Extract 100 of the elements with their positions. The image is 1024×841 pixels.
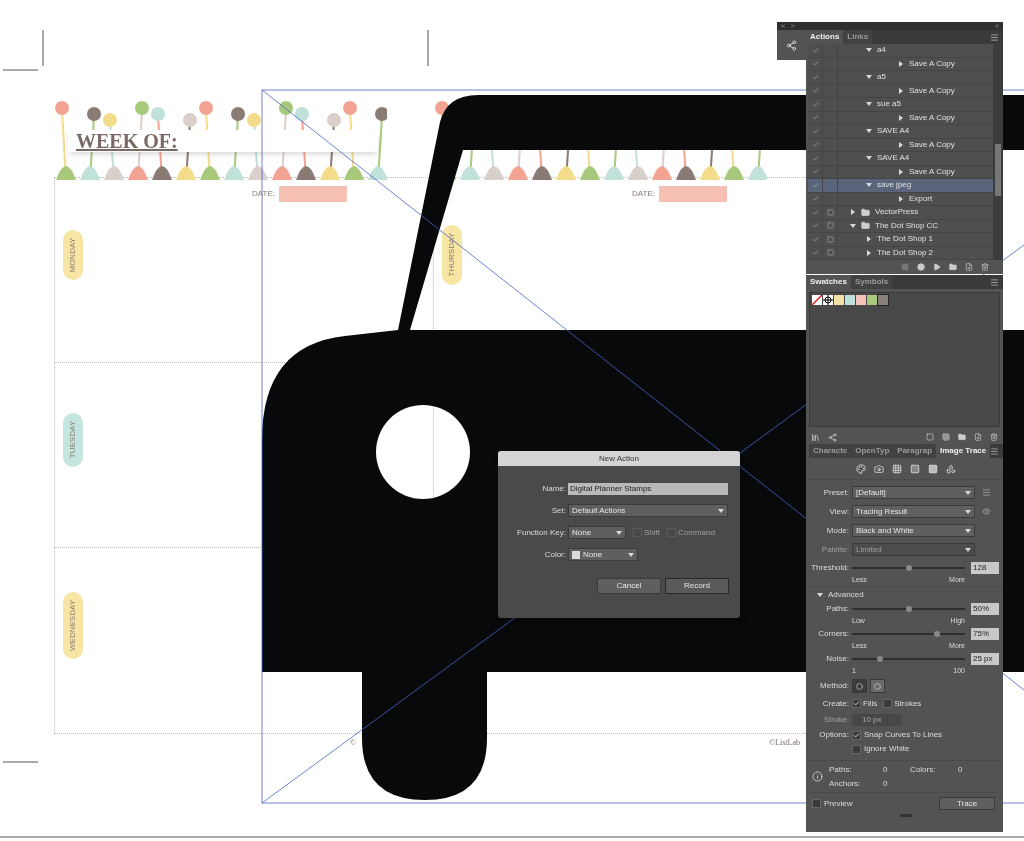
action-row[interactable]: SAVE A4 xyxy=(808,125,993,139)
color-swatch[interactable] xyxy=(878,295,888,305)
none-swatch[interactable] xyxy=(812,295,822,305)
panel-tab[interactable]: Swatches xyxy=(806,275,851,289)
caret-icon[interactable] xyxy=(965,527,971,534)
resize-grip[interactable] xyxy=(900,814,912,817)
toggle-check-icon[interactable] xyxy=(811,87,819,95)
dialog-button[interactable]: Record xyxy=(665,578,729,594)
triangle-down-icon[interactable] xyxy=(817,591,823,598)
panel-menu-icon[interactable] xyxy=(990,278,999,287)
toggle-check-icon[interactable] xyxy=(811,100,819,108)
expand-icon[interactable] xyxy=(994,23,1000,29)
triangle-down-icon[interactable] xyxy=(866,182,872,189)
toggle-check-icon[interactable] xyxy=(811,181,819,189)
checkbox[interactable] xyxy=(883,699,893,708)
triangle-right-icon[interactable] xyxy=(898,60,904,67)
dropdown[interactable]: Tracing Result xyxy=(852,505,975,518)
folder-icon[interactable] xyxy=(949,263,957,271)
trace-button[interactable]: Trace xyxy=(939,797,995,810)
advanced-label[interactable]: Advanced xyxy=(828,588,864,601)
panel-tab[interactable]: Links xyxy=(843,30,873,44)
grid-icon[interactable] xyxy=(942,433,950,441)
slider-thumb[interactable] xyxy=(933,631,940,637)
toggle-check-icon[interactable] xyxy=(811,127,819,135)
action-row[interactable]: The Dot Shop 1 xyxy=(808,233,993,247)
panel-tab[interactable]: Symbols xyxy=(850,275,893,289)
caret-icon[interactable] xyxy=(718,507,724,514)
triangle-right-icon[interactable] xyxy=(898,114,904,121)
record-icon[interactable] xyxy=(917,263,925,271)
trash-icon[interactable] xyxy=(981,263,989,271)
color-swatch[interactable] xyxy=(834,295,844,305)
panel-tab[interactable]: Paragrap xyxy=(893,444,936,458)
triangle-down-icon[interactable] xyxy=(866,101,872,108)
grayscale-icon[interactable] xyxy=(910,463,920,474)
color-swatch[interactable] xyxy=(845,295,855,305)
triangle-right-icon[interactable] xyxy=(898,141,904,148)
new-item-icon[interactable] xyxy=(965,263,973,271)
action-row[interactable]: sue a5 xyxy=(808,98,993,112)
panel-tab[interactable]: OpenTyp xyxy=(851,444,894,458)
close-icon[interactable] xyxy=(780,23,786,29)
action-row[interactable]: save jpeg xyxy=(808,179,993,193)
value-field[interactable]: 128 xyxy=(971,562,999,574)
checkbox[interactable] xyxy=(852,730,861,740)
camera-icon[interactable] xyxy=(874,463,884,474)
toggle-check-icon[interactable] xyxy=(811,141,819,149)
toggle-check-icon[interactable] xyxy=(811,168,819,176)
color-swatch[interactable] xyxy=(867,295,877,305)
toggle-check-icon[interactable] xyxy=(811,73,819,81)
name-input[interactable]: Digital Planner Stamps xyxy=(568,483,728,495)
toggle-check-icon[interactable] xyxy=(811,114,819,122)
folder-icon[interactable] xyxy=(958,433,966,441)
action-row[interactable]: a4 xyxy=(808,44,993,58)
triangle-right-icon[interactable] xyxy=(898,168,904,175)
triangle-right-icon[interactable] xyxy=(898,87,904,94)
toggle-check-icon[interactable] xyxy=(811,222,819,230)
set-dropdown[interactable]: Default Actions xyxy=(568,504,728,517)
triangle-right-icon[interactable] xyxy=(898,195,904,202)
new-swatch-icon[interactable] xyxy=(974,433,982,441)
toggle-check-icon[interactable] xyxy=(811,60,819,68)
share-icon[interactable] xyxy=(828,432,837,442)
panel-tab[interactable]: Image Trace xyxy=(936,444,991,458)
action-row[interactable]: a5 xyxy=(808,71,993,85)
toggle-check-icon[interactable] xyxy=(811,208,819,216)
trash-icon[interactable] xyxy=(990,433,998,441)
list-icon[interactable] xyxy=(982,488,991,497)
outline-icon[interactable] xyxy=(946,463,956,474)
toggle-check-icon[interactable] xyxy=(811,154,819,162)
panel-tab[interactable]: Characte xyxy=(809,444,852,458)
triangle-down-icon[interactable] xyxy=(866,128,872,135)
slider-thumb[interactable] xyxy=(905,606,912,612)
triangle-down-icon[interactable] xyxy=(850,222,856,229)
grid-icon[interactable] xyxy=(892,463,902,474)
play-icon[interactable] xyxy=(933,263,941,271)
slider-thumb[interactable] xyxy=(905,565,912,571)
scrollbar[interactable] xyxy=(993,44,1003,260)
caret-icon[interactable] xyxy=(628,551,634,558)
eye-icon[interactable] xyxy=(982,507,991,516)
dropdown[interactable]: [Default] xyxy=(852,486,975,499)
caret-icon[interactable] xyxy=(965,489,971,496)
triangle-down-icon[interactable] xyxy=(866,47,872,54)
swatch-kind-icon[interactable] xyxy=(926,433,934,441)
action-row[interactable]: SAVE A4 xyxy=(808,152,993,166)
toggle-check-icon[interactable] xyxy=(811,46,819,54)
dropdown[interactable]: Black and White xyxy=(852,524,975,537)
value-field[interactable]: 50% xyxy=(971,603,999,615)
panel-menu-icon[interactable] xyxy=(990,447,999,456)
color-swatch[interactable] xyxy=(856,295,866,305)
slider-thumb[interactable] xyxy=(877,656,884,662)
auto-color-icon[interactable] xyxy=(856,463,866,474)
toggle-check-icon[interactable] xyxy=(811,195,819,203)
triangle-down-icon[interactable] xyxy=(866,74,872,81)
value-field[interactable]: 25 px xyxy=(971,653,999,665)
triangle-down-icon[interactable] xyxy=(866,155,872,162)
panel-tab[interactable]: Actions xyxy=(806,30,844,44)
checkbox[interactable] xyxy=(852,699,861,708)
toggle-check-icon[interactable] xyxy=(811,235,819,243)
collapse-icon[interactable] xyxy=(790,23,796,29)
stop-icon[interactable] xyxy=(901,263,909,271)
value-field[interactable]: 75% xyxy=(971,628,999,640)
library-icon[interactable] xyxy=(811,432,820,442)
